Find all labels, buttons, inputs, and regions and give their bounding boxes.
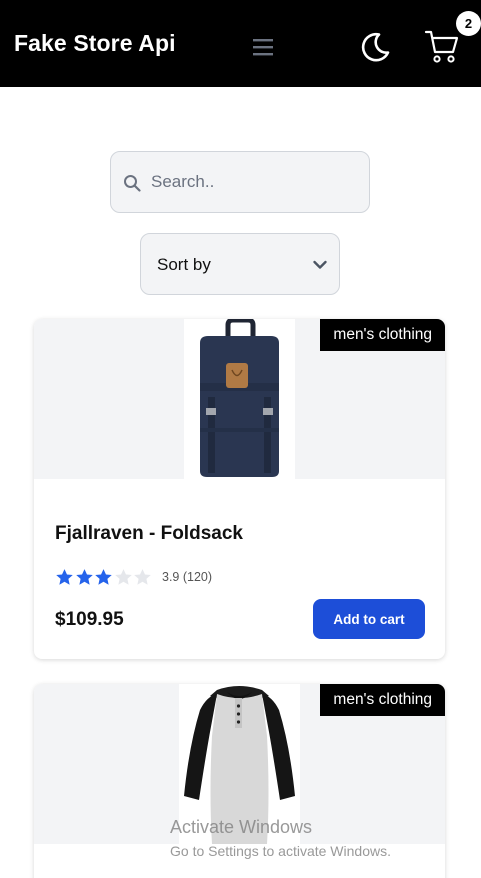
hamburger-menu-icon[interactable] (252, 36, 274, 58)
brand-title[interactable]: Fake Store Api (14, 30, 176, 57)
navbar: Fake Store Api 2 (0, 0, 481, 87)
shopping-cart-icon[interactable] (424, 28, 460, 64)
product-image-area: men's clothing (34, 319, 445, 479)
product-card: men's clothing (34, 684, 445, 878)
star-empty-icon (134, 569, 151, 585)
category-badge: men's clothing (320, 684, 445, 716)
product-title[interactable]: Fjallraven - Foldsack (55, 523, 243, 545)
search-box (110, 151, 370, 213)
star-empty-icon (114, 569, 132, 585)
star-filled-icon (75, 569, 93, 585)
product-image-area: men's clothing (34, 684, 445, 844)
sort-select-value: Sort by (157, 255, 211, 274)
add-to-cart-button[interactable]: Add to cart (313, 599, 425, 639)
chevron-down-icon (313, 260, 327, 269)
search-input[interactable] (151, 152, 361, 212)
product-price: $109.95 (55, 609, 124, 630)
search-icon (124, 175, 141, 192)
moon-icon[interactable] (358, 30, 392, 64)
category-badge: men's clothing (320, 319, 445, 351)
raglan-shirt-image[interactable] (179, 684, 300, 844)
sort-select[interactable]: Sort by (140, 233, 340, 295)
star-filled-icon (95, 569, 112, 585)
product-card: men's clothing Fjallraven - Foldsack 3.9… (34, 319, 445, 659)
backpack-image[interactable] (184, 319, 295, 479)
star-filled-icon (56, 569, 73, 585)
cart-count-badge: 2 (456, 11, 481, 36)
star-rating (55, 568, 153, 587)
rating-text: 3.9 (120) (162, 570, 213, 584)
